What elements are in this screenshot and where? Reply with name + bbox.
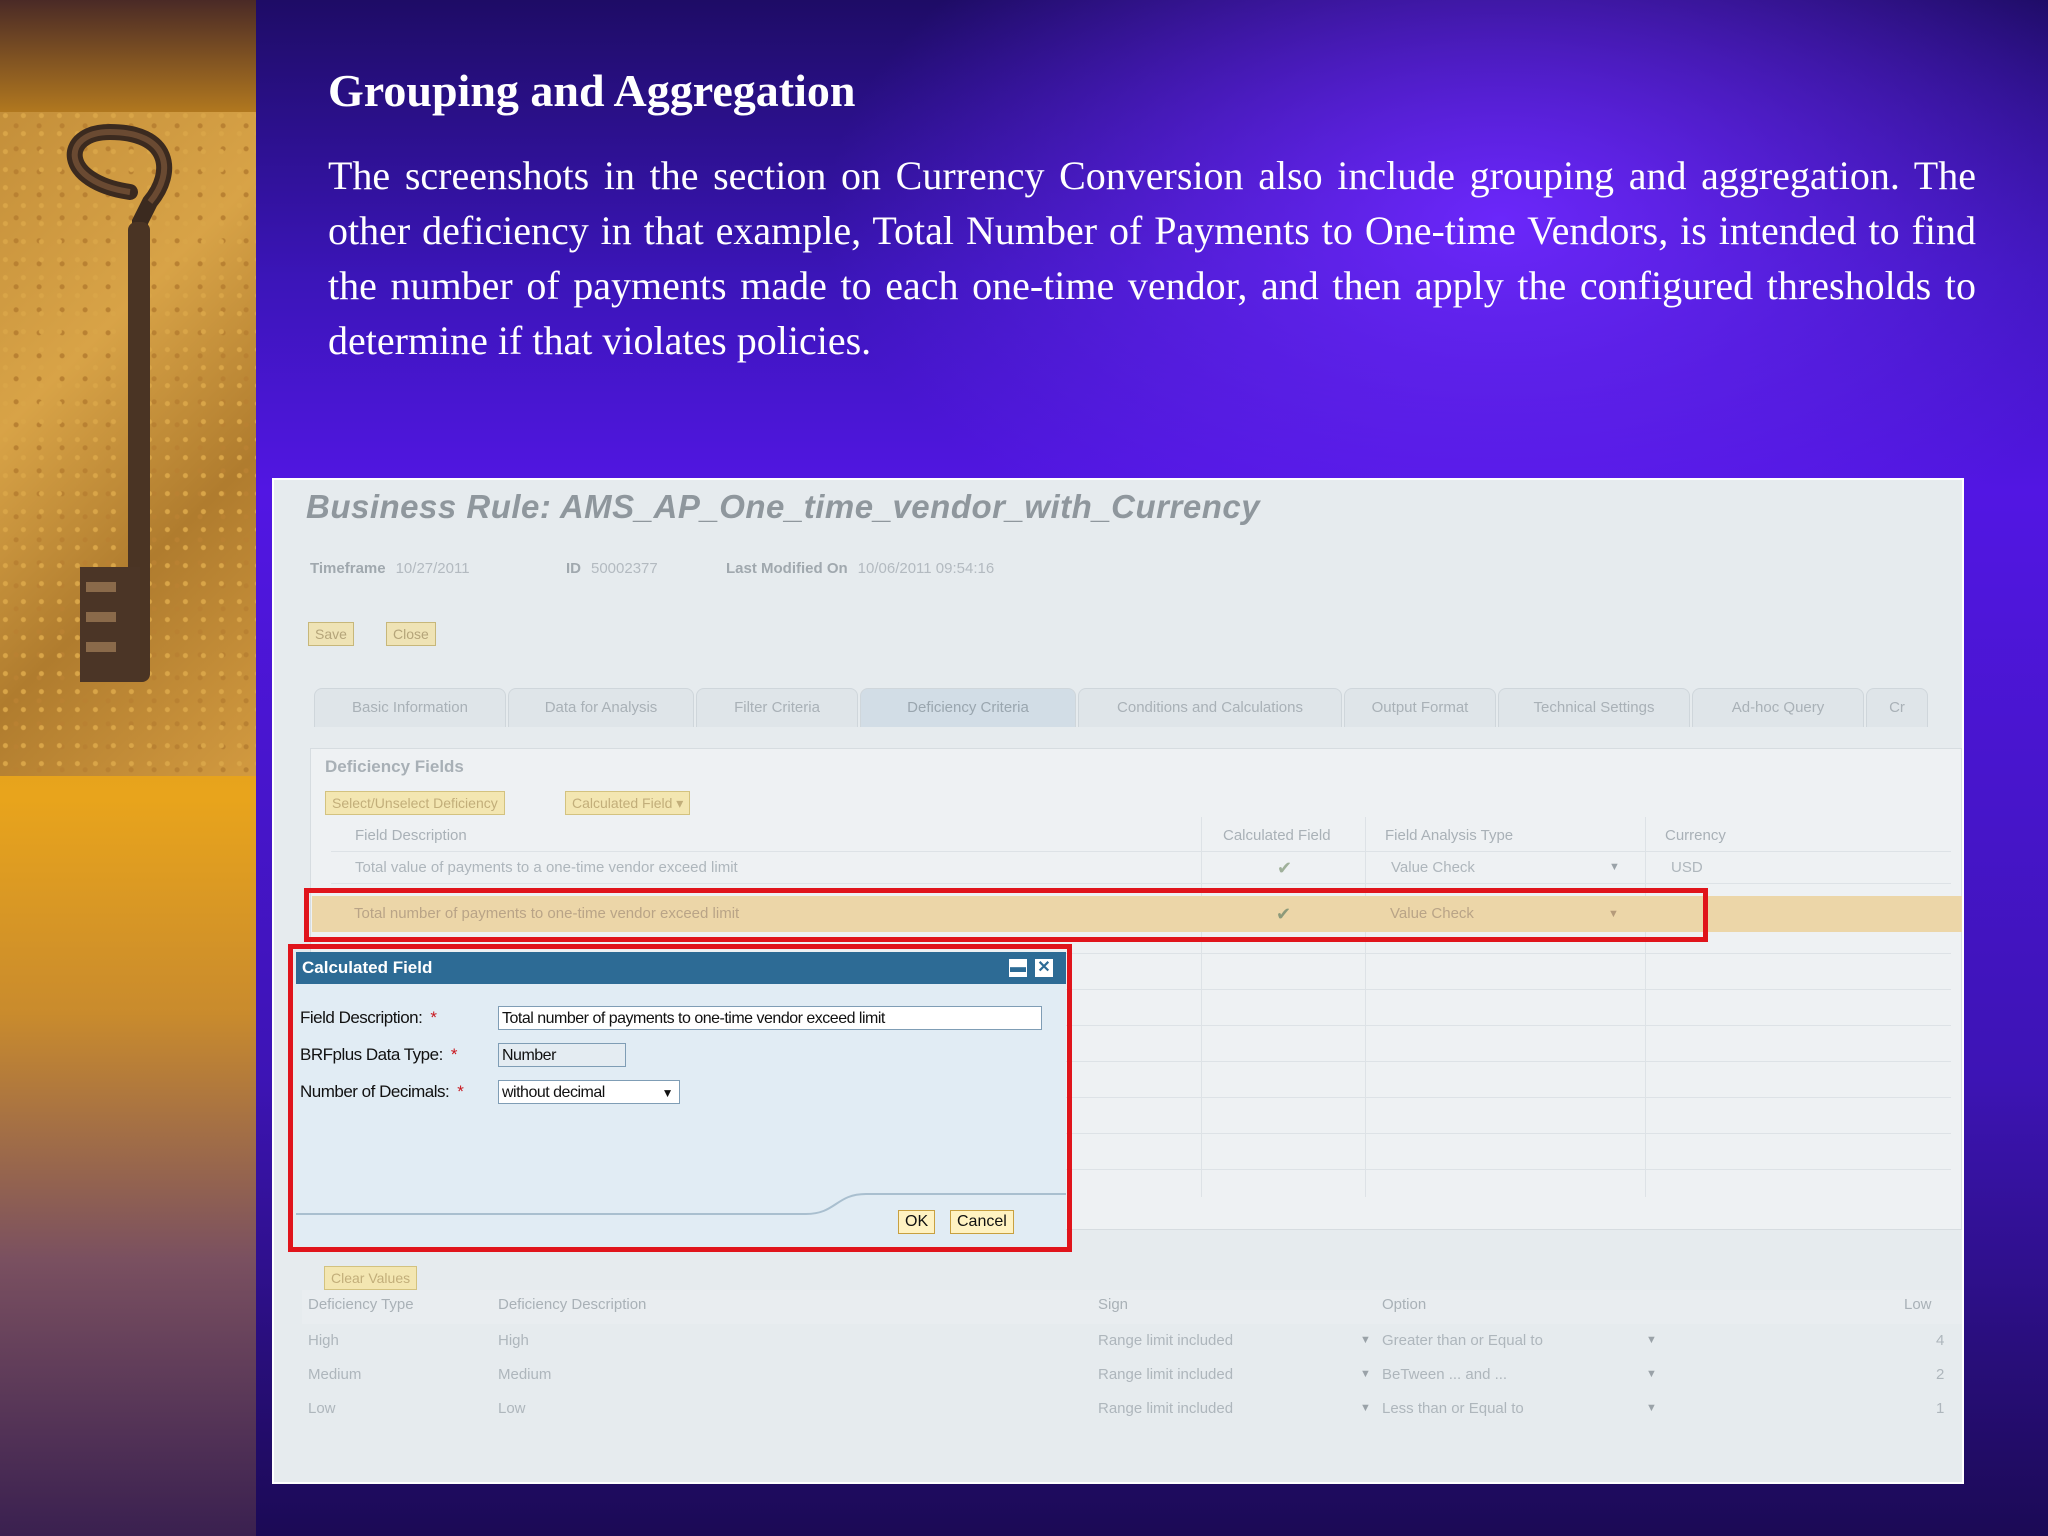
- threshold-row-high-type: High: [308, 1332, 339, 1349]
- chevron-down-icon[interactable]: ▼: [1360, 1402, 1371, 1414]
- col-calculated-field: Calculated Field: [1223, 827, 1331, 844]
- calculated-field-button-label: Calculated Field: [572, 795, 673, 811]
- tab-filter-criteria[interactable]: Filter Criteria: [696, 688, 858, 727]
- grid-divider: [331, 851, 1951, 852]
- tab-data-for-analysis[interactable]: Data for Analysis: [508, 688, 694, 727]
- clear-values-button[interactable]: Clear Values: [324, 1266, 418, 1290]
- row1-analysis-type[interactable]: Value Check: [1391, 853, 1475, 883]
- timeframe-value: 10/27/2011: [395, 560, 470, 577]
- last-modified-info: Last Modified On 10/06/2011 09:54:16: [726, 560, 994, 577]
- chevron-down-icon[interactable]: ▼: [1646, 1368, 1657, 1380]
- key-icon: [66, 123, 173, 682]
- grid-divider: [1365, 817, 1366, 1197]
- threshold-row-medium-type: Medium: [308, 1366, 362, 1383]
- thresholds-section: Clear Values Deficiency Type Deficiency …: [302, 1266, 1962, 1470]
- col-currency: Currency: [1665, 827, 1726, 844]
- grid-divider: [1201, 817, 1202, 1197]
- threshold-row-high-sign[interactable]: Range limit included: [1098, 1332, 1233, 1349]
- col-deficiency-description: Deficiency Description: [498, 1296, 647, 1313]
- row1-check-icon: ✔: [1277, 858, 1293, 878]
- chevron-down-icon[interactable]: ▼: [1646, 1334, 1657, 1346]
- grid-divider: [331, 883, 1951, 884]
- grid-divider: [1645, 817, 1646, 1197]
- threshold-row-medium-sign[interactable]: Range limit included: [1098, 1366, 1233, 1383]
- deficiency-fields-title: Deficiency Fields: [325, 757, 464, 776]
- threshold-row-low-option[interactable]: Less than or Equal to: [1382, 1400, 1524, 1417]
- threshold-row-high-description: High: [498, 1332, 529, 1349]
- tab-ad-hoc-query[interactable]: Ad-hoc Query: [1692, 688, 1864, 727]
- col-low: Low: [1904, 1296, 1932, 1313]
- id-info: ID 50002377: [566, 560, 658, 577]
- tab-technical-settings[interactable]: Technical Settings: [1498, 688, 1690, 727]
- tab-basic-information[interactable]: Basic Information: [314, 688, 506, 727]
- tab-overflow[interactable]: Cr: [1866, 688, 1928, 727]
- col-field-analysis-type: Field Analysis Type: [1385, 827, 1514, 844]
- slide-body-text: The screenshots in the section on Curren…: [328, 153, 1976, 363]
- slide-title: Grouping and Aggregation: [328, 65, 856, 116]
- chevron-down-icon[interactable]: ▼: [1360, 1368, 1371, 1380]
- threshold-row-high-low[interactable]: 4: [1936, 1332, 1944, 1349]
- threshold-row-low-low[interactable]: 1: [1936, 1400, 1944, 1417]
- timeframe-label: Timeframe: [310, 560, 386, 577]
- save-button[interactable]: Save: [308, 622, 354, 646]
- threshold-row-medium-option[interactable]: BeTween ... and ...: [1382, 1366, 1507, 1383]
- tab-conditions-and-calculations[interactable]: Conditions and Calculations: [1078, 688, 1342, 727]
- threshold-row-medium-low[interactable]: 2: [1936, 1366, 1944, 1383]
- last-modified-value: 10/06/2011 09:54:16: [857, 560, 995, 577]
- threshold-row-high-option[interactable]: Greater than or Equal to: [1382, 1332, 1543, 1349]
- col-sign: Sign: [1098, 1296, 1129, 1313]
- id-value: 50002377: [591, 560, 658, 577]
- highlight-box-selected-row: [304, 888, 1708, 942]
- id-label: ID: [566, 560, 581, 577]
- antique-key-image: [0, 112, 256, 776]
- chevron-down-icon[interactable]: ▼: [1646, 1402, 1657, 1414]
- col-deficiency-type: Deficiency Type: [308, 1296, 414, 1313]
- select-unselect-deficiency-button[interactable]: Select/Unselect Deficiency: [325, 791, 505, 815]
- threshold-row-low-type: Low: [308, 1400, 336, 1417]
- row1-description: Total value of payments to a one-time ve…: [355, 859, 738, 876]
- threshold-row-low-sign[interactable]: Range limit included: [1098, 1400, 1233, 1417]
- threshold-row-low-description: Low: [498, 1400, 526, 1417]
- chevron-down-icon[interactable]: ▼: [1609, 861, 1620, 873]
- close-button[interactable]: Close: [386, 622, 436, 646]
- threshold-row-medium-description: Medium: [498, 1366, 552, 1383]
- col-option: Option: [1382, 1296, 1427, 1313]
- chevron-down-icon: ▾: [676, 795, 684, 811]
- col-field-description: Field Description: [355, 827, 467, 844]
- business-rule-title: Business Rule: AMS_AP_One_time_vendor_wi…: [306, 488, 1261, 525]
- calculated-field-button[interactable]: Calculated Field ▾: [565, 791, 691, 815]
- tab-bar: Basic Information Data for Analysis Filt…: [314, 688, 1962, 728]
- last-modified-label: Last Modified On: [726, 560, 848, 577]
- timeframe-info: Timeframe 10/27/2011: [310, 560, 470, 577]
- tab-output-format[interactable]: Output Format: [1344, 688, 1496, 727]
- row1-currency[interactable]: USD: [1671, 853, 1703, 883]
- tab-deficiency-criteria[interactable]: Deficiency Criteria: [860, 688, 1076, 727]
- highlight-box-dialog: [288, 944, 1072, 1252]
- chevron-down-icon[interactable]: ▼: [1360, 1334, 1371, 1346]
